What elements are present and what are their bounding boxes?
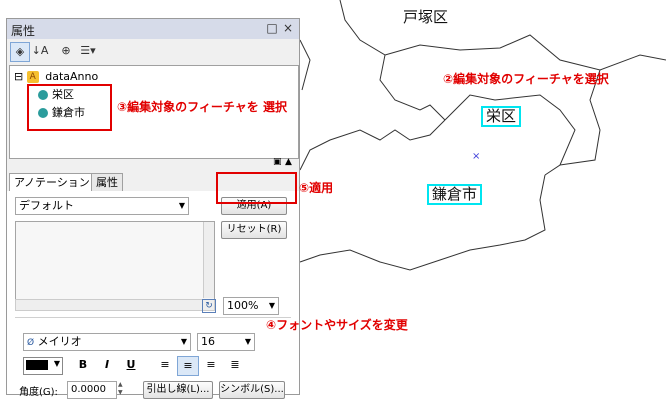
attributes-panel: 属性 □ × ◈ ↓A ⊕ ☰▾ ⊟ A dataAnno 栄区 鎌倉市 ▣ ▲… bbox=[6, 18, 300, 399]
boundary-line bbox=[299, 39, 311, 91]
zoom-value: 100% bbox=[227, 299, 259, 312]
chevron-down-icon: ▼ bbox=[178, 201, 185, 210]
chevron-down-icon: ▼ bbox=[53, 359, 60, 368]
color-swatch bbox=[26, 360, 48, 370]
expand-icon[interactable]: ▣ bbox=[273, 157, 282, 167]
angle-input[interactable]: 0.0000 bbox=[67, 381, 117, 399]
chevron-down-icon: ▼ bbox=[244, 337, 251, 346]
template-select[interactable]: デフォルト ▼ bbox=[15, 197, 189, 215]
size-select[interactable]: 16 ▼ bbox=[197, 333, 255, 351]
panel-title: 属性 bbox=[11, 24, 36, 38]
reset-button[interactable]: リセット(R) bbox=[221, 221, 287, 239]
template-value: デフォルト bbox=[19, 199, 74, 212]
align-justify-icon[interactable]: ≣ bbox=[225, 356, 245, 374]
annotation-layer-icon: A bbox=[26, 71, 39, 83]
map-label-totsuka: 戸塚区 bbox=[403, 8, 449, 26]
symbol-button[interactable]: シンボル(S)... bbox=[219, 381, 285, 399]
boundary-line bbox=[384, 34, 666, 71]
highlight-tree-selection bbox=[27, 84, 112, 131]
divider bbox=[15, 317, 291, 318]
bold-button[interactable]: B bbox=[73, 356, 93, 374]
annotation-text-input[interactable] bbox=[15, 221, 215, 301]
close-icon[interactable]: × bbox=[281, 21, 295, 35]
underline-button[interactable]: U bbox=[121, 356, 141, 374]
refresh-icon[interactable]: ↻ bbox=[202, 299, 216, 313]
zoom-select[interactable]: 100% ▼ bbox=[223, 297, 279, 315]
font-value: メイリオ bbox=[37, 335, 82, 348]
collapse-icon[interactable]: ⊟ bbox=[14, 70, 23, 83]
note-step2: ②編集対象のフィーチャを選択 bbox=[443, 72, 609, 86]
angle-label: 角度(G): bbox=[19, 387, 58, 398]
boundary-line bbox=[299, 174, 546, 271]
leader-button[interactable]: 引出し線(L)... bbox=[143, 381, 213, 399]
highlight-apply-button bbox=[216, 172, 297, 204]
note-step4: ④フォントやサイズを変更 bbox=[266, 318, 408, 332]
color-picker[interactable]: ▼ bbox=[23, 357, 63, 375]
sort-icon[interactable]: ↓A bbox=[31, 42, 49, 60]
chevron-down-icon: ▼ bbox=[180, 337, 187, 346]
show-selected-icon[interactable]: ⊕ bbox=[57, 42, 75, 60]
vertical-scrollbar[interactable] bbox=[203, 222, 214, 298]
tab-attributes[interactable]: 属性 bbox=[91, 173, 123, 192]
boundary-line bbox=[299, 119, 446, 171]
panel-splitter[interactable]: ▣ ▲ bbox=[7, 157, 299, 169]
italic-button[interactable]: I bbox=[97, 356, 117, 374]
note-step3: ③編集対象のフィーチャを 選択 bbox=[117, 100, 287, 114]
horizontal-scrollbar[interactable] bbox=[15, 299, 215, 311]
align-right-icon[interactable]: ≡ bbox=[201, 356, 221, 374]
tab-annotation[interactable]: アノテーション bbox=[9, 173, 95, 193]
annotation-tab-body: デフォルト ▼ 適用(A) リセット(R) ↻ 100% ▼ Ø メイリオ ▼ … bbox=[7, 191, 299, 399]
note-step5: ⑤適用 bbox=[299, 181, 334, 195]
font-type-icon: Ø bbox=[27, 338, 35, 348]
angle-value: 0.0000 bbox=[71, 384, 106, 395]
map-center-marker: × bbox=[472, 151, 480, 162]
options-menu-icon[interactable]: ☰▾ bbox=[79, 42, 97, 60]
chevron-down-icon: ▼ bbox=[268, 301, 275, 310]
font-select[interactable]: Ø メイリオ ▼ bbox=[23, 333, 191, 351]
panel-toolbar: ◈ ↓A ⊕ ☰▾ bbox=[7, 39, 299, 63]
map-label-kamakura[interactable]: 鎌倉市 bbox=[427, 184, 483, 205]
tree-layer-node[interactable]: ⊟ A dataAnno bbox=[14, 70, 98, 83]
collapse-up-icon[interactable]: ▲ bbox=[285, 157, 292, 167]
align-center-icon[interactable]: ≡ bbox=[177, 356, 199, 376]
angle-spinner-icon[interactable]: ▲ ▼ bbox=[118, 381, 123, 397]
size-value: 16 bbox=[201, 335, 215, 348]
align-left-icon[interactable]: ≡ bbox=[155, 356, 175, 374]
list-by-layer-icon[interactable]: ◈ bbox=[10, 42, 30, 62]
pin-icon[interactable]: □ bbox=[265, 21, 279, 35]
tree-layer-label: dataAnno bbox=[45, 70, 99, 83]
map-label-sakae[interactable]: 栄区 bbox=[481, 106, 522, 127]
panel-titlebar: 属性 □ × bbox=[7, 19, 299, 40]
